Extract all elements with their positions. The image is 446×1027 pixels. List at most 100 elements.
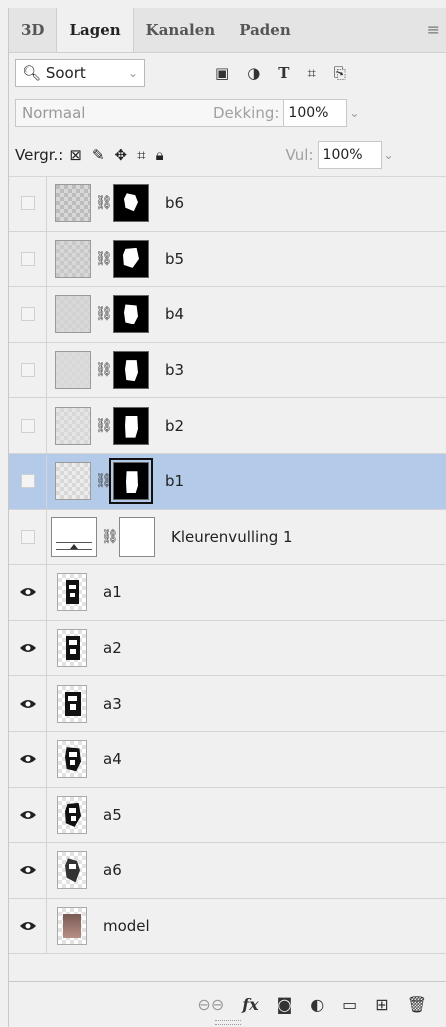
adjustment-layer-icon[interactable]: ◐ bbox=[310, 995, 324, 1014]
layer-thumbnail bbox=[55, 239, 91, 278]
layer-row-selected[interactable]: ⛓ b1 bbox=[9, 453, 446, 510]
add-mask-icon[interactable]: ◙ bbox=[277, 995, 293, 1014]
type-filter-icon[interactable]: T bbox=[278, 64, 289, 82]
layer-name: a3 bbox=[103, 694, 122, 713]
layer-thumbnail bbox=[57, 851, 87, 890]
layer-thumbnail bbox=[55, 184, 91, 223]
fx-icon[interactable]: fx bbox=[242, 995, 258, 1014]
layer-thumbnail bbox=[57, 684, 87, 723]
chevron-down-icon[interactable]: ⌄ bbox=[384, 148, 394, 162]
visibility-toggle[interactable] bbox=[9, 398, 47, 453]
tab-channels[interactable]: Kanalen bbox=[134, 8, 228, 52]
layer-name: a6 bbox=[103, 861, 122, 880]
layer-row[interactable]: model bbox=[9, 898, 446, 955]
pixel-filter-icon[interactable]: ▣ bbox=[215, 64, 229, 82]
layers-panel: 3D Lagen Kanalen Paden ≡ 🔍︎ Soort ⌄ ▣ ◑ … bbox=[8, 8, 446, 1027]
fill-value: 100% bbox=[322, 146, 363, 163]
layer-row[interactable]: ⛓ b5 bbox=[9, 231, 446, 288]
lock-all-icon[interactable]: 🔒︎ bbox=[156, 146, 164, 164]
visibility-toggle[interactable] bbox=[9, 620, 47, 676]
layer-row[interactable]: ⛓ b3 bbox=[9, 342, 446, 399]
tab-layers[interactable]: Lagen bbox=[56, 8, 134, 52]
link-chain-icon[interactable]: ⛓ bbox=[95, 418, 113, 434]
visibility-toggle[interactable] bbox=[9, 287, 47, 342]
layer-thumbnail bbox=[55, 351, 91, 390]
link-chain-icon[interactable]: ⛓ bbox=[95, 195, 113, 211]
layer-name: model bbox=[103, 917, 150, 936]
visibility-toggle[interactable] bbox=[9, 731, 47, 787]
lock-artboard-icon[interactable]: ⌗ bbox=[137, 146, 145, 164]
layer-thumbnail bbox=[55, 295, 91, 334]
opacity-input[interactable]: 100% bbox=[283, 99, 348, 127]
lock-row: Vergr.: ⊠ ✎ ✥ ⌗ 🔒︎ Vul: 100% ⌄ bbox=[9, 133, 446, 177]
layer-thumbnail bbox=[57, 573, 87, 612]
layer-row[interactable]: a6 bbox=[9, 843, 446, 899]
visibility-toggle[interactable] bbox=[9, 342, 47, 398]
new-layer-icon[interactable]: ⊞ bbox=[375, 995, 388, 1014]
visibility-toggle[interactable] bbox=[9, 787, 47, 843]
layer-thumbnail bbox=[57, 740, 87, 779]
smart-object-filter-icon[interactable]: ⎘ bbox=[334, 64, 346, 82]
lock-image-brush-icon[interactable]: ✎ bbox=[92, 146, 105, 164]
lock-position-move-icon[interactable]: ✥ bbox=[115, 146, 128, 164]
eye-icon bbox=[19, 755, 36, 764]
visibility-toggle[interactable] bbox=[9, 453, 47, 509]
visibility-toggle[interactable] bbox=[9, 176, 47, 231]
layer-row[interactable]: ⛓ Kleurenvulling 1 bbox=[9, 509, 446, 566]
color-fill-thumbnail[interactable] bbox=[51, 516, 97, 557]
layer-row[interactable]: ⛓ b4 bbox=[9, 287, 446, 343]
adjustment-filter-icon[interactable]: ◑ bbox=[247, 64, 260, 82]
visibility-toggle[interactable] bbox=[9, 509, 47, 565]
layer-list: ⛓ b6 ⛓ b5 ⛓ b4 ⛓ b3 ⛓ b2 ⛓ b1 ⛓ Kleurenv… bbox=[9, 176, 446, 955]
layer-name: b2 bbox=[165, 416, 185, 435]
blend-row: Normaal ⌄ Dekking: 100% ⌄ bbox=[9, 93, 446, 133]
trash-icon[interactable]: 🗑︎ bbox=[407, 995, 427, 1014]
layer-mask-thumbnail[interactable] bbox=[113, 351, 149, 390]
panel-menu-icon[interactable]: ≡ bbox=[427, 20, 440, 39]
eye-icon bbox=[19, 810, 36, 819]
link-chain-icon[interactable]: ⛓ bbox=[101, 529, 119, 545]
filter-row: 🔍︎ Soort ⌄ ▣ ◑ T ⌗ ⎘ bbox=[9, 53, 446, 93]
link-chain-icon[interactable]: ⛓ bbox=[95, 251, 113, 267]
layer-row[interactable]: ⛓ b2 bbox=[9, 398, 446, 454]
tab-paths[interactable]: Paden bbox=[227, 8, 303, 52]
link-layers-icon[interactable]: ⊖⊖ bbox=[197, 995, 224, 1014]
visibility-toggle[interactable] bbox=[9, 843, 47, 898]
link-chain-icon[interactable]: ⛓ bbox=[95, 362, 113, 378]
layer-name: Kleurenvulling 1 bbox=[171, 527, 293, 546]
visibility-toggle[interactable] bbox=[9, 231, 47, 287]
visibility-toggle[interactable] bbox=[9, 565, 47, 620]
layer-name: b5 bbox=[165, 249, 185, 268]
layer-mask-thumbnail[interactable] bbox=[119, 516, 155, 557]
eye-icon bbox=[19, 588, 36, 597]
chevron-down-icon: ⌄ bbox=[127, 66, 138, 80]
folder-icon[interactable]: ▭ bbox=[342, 995, 357, 1014]
filter-kind-select[interactable]: 🔍︎ Soort ⌄ bbox=[15, 59, 145, 87]
link-chain-icon[interactable]: ⛓ bbox=[95, 306, 113, 322]
blend-mode-value: Normaal bbox=[22, 104, 86, 122]
layer-row[interactable]: ⛓ b6 bbox=[9, 176, 446, 232]
layer-mask-thumbnail[interactable] bbox=[109, 458, 153, 505]
fill-input[interactable]: 100% bbox=[317, 140, 382, 169]
layer-mask-thumbnail[interactable] bbox=[113, 295, 149, 334]
eye-icon bbox=[19, 866, 36, 875]
tab-3d[interactable]: 3D bbox=[9, 8, 56, 52]
layer-thumbnail bbox=[57, 907, 87, 946]
layer-mask-thumbnail[interactable] bbox=[113, 184, 149, 223]
link-chain-icon[interactable]: ⛓ bbox=[95, 473, 113, 489]
layer-row[interactable]: a4 bbox=[9, 731, 446, 788]
visibility-toggle[interactable] bbox=[9, 676, 47, 731]
resize-grip[interactable] bbox=[215, 1020, 241, 1025]
layer-row[interactable]: a3 bbox=[9, 676, 446, 732]
layer-mask-thumbnail[interactable] bbox=[113, 239, 149, 278]
layer-row[interactable]: a2 bbox=[9, 620, 446, 677]
visibility-toggle[interactable] bbox=[9, 898, 47, 954]
shape-filter-icon[interactable]: ⌗ bbox=[307, 64, 315, 82]
layer-row[interactable]: a1 bbox=[9, 565, 446, 621]
lock-label: Vergr.: bbox=[15, 145, 64, 164]
layer-mask-thumbnail[interactable] bbox=[113, 406, 149, 445]
chevron-down-icon[interactable]: ⌄ bbox=[349, 106, 359, 120]
layers-footer-toolbar: ⊖⊖ fx ◙ ◐ ▭ ⊞ 🗑︎ bbox=[9, 981, 446, 1027]
layer-row[interactable]: a5 bbox=[9, 787, 446, 844]
lock-transparent-icon[interactable]: ⊠ bbox=[69, 146, 82, 164]
